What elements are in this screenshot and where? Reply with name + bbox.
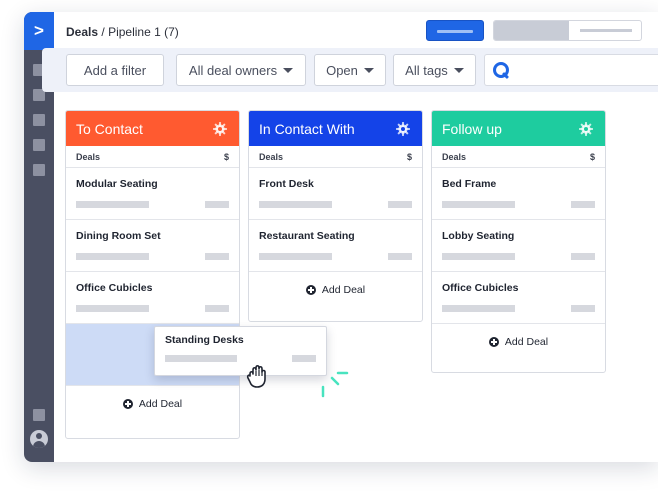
breadcrumb: Deals / Pipeline 1 (7) — [66, 25, 179, 39]
column-subheader: Deals $ — [249, 146, 422, 168]
deal-title: Bed Frame — [442, 178, 497, 190]
deal-value-placeholder — [388, 201, 412, 208]
deal-detail-placeholder — [76, 201, 149, 208]
column-value-label: $ — [223, 151, 229, 162]
gear-icon[interactable] — [579, 122, 593, 136]
chevron-down-icon — [283, 68, 294, 73]
pipeline-column-in-contact-with: In Contact With Deals $ Front Desk Resta… — [248, 110, 423, 322]
deal-card[interactable]: Bed Frame — [432, 168, 605, 220]
column-title: Follow up — [442, 120, 502, 137]
app-logo[interactable]: > — [24, 12, 54, 50]
chevron-down-icon — [453, 68, 464, 73]
deal-value-placeholder — [205, 305, 229, 312]
view-toggle-left[interactable] — [494, 21, 569, 40]
breadcrumb-pipeline: Pipeline 1 (7) — [108, 25, 179, 39]
column-deals-label: Deals — [442, 151, 467, 162]
deal-title: Office Cubicles — [442, 282, 519, 294]
add-deal-button[interactable]: Add Deal — [249, 272, 422, 308]
add-deal-button[interactable]: Add Deal — [66, 386, 239, 422]
search-icon[interactable] — [493, 62, 509, 78]
filter-bar: Add a filter All deal owners Open All ta… — [42, 48, 658, 92]
pipeline-column-follow-up: Follow up Deals $ Bed Frame Lobby Seatin… — [431, 110, 606, 373]
deal-title: Restaurant Seating — [259, 230, 355, 242]
add-deal-button[interactable]: Add Deal — [432, 324, 605, 360]
dragging-deal-card[interactable]: Standing Desks — [154, 326, 327, 376]
deal-card[interactable]: Restaurant Seating — [249, 220, 422, 272]
deal-title: Lobby Seating — [442, 230, 515, 242]
add-filter-button[interactable]: Add a filter — [66, 54, 164, 86]
deal-detail-placeholder — [259, 201, 332, 208]
top-bar: Deals / Pipeline 1 (7) — [54, 12, 658, 50]
tags-dropdown[interactable]: All tags — [393, 54, 476, 86]
breadcrumb-deals[interactable]: Deals — [66, 25, 98, 39]
deal-card[interactable]: Front Desk — [249, 168, 422, 220]
deal-value-placeholder — [205, 253, 229, 260]
deal-card[interactable]: Office Cubicles — [432, 272, 605, 324]
deal-detail-placeholder — [165, 355, 237, 362]
deal-value-placeholder — [571, 201, 595, 208]
deal-title: Office Cubicles — [76, 282, 153, 294]
nav-item-4-icon[interactable] — [33, 139, 45, 151]
column-deals-label: Deals — [259, 151, 284, 162]
plus-circle-icon — [122, 399, 133, 409]
add-filter-label: Add a filter — [83, 62, 147, 78]
plus-circle-icon — [305, 285, 316, 295]
deal-value-placeholder — [205, 201, 229, 208]
column-subheader: Deals $ — [432, 146, 605, 168]
nav-item-bottom-icon[interactable] — [33, 409, 45, 421]
nav-item-5-icon[interactable] — [33, 164, 45, 176]
deal-detail-placeholder — [76, 253, 149, 260]
deal-card[interactable]: Lobby Seating — [432, 220, 605, 272]
deal-title: Standing Desks — [165, 334, 244, 346]
view-toggle-group — [493, 20, 642, 41]
column-deals-label: Deals — [76, 151, 101, 162]
tags-label: All tags — [405, 62, 448, 78]
column-value-label: $ — [589, 151, 595, 162]
breadcrumb-separator: / — [101, 25, 105, 39]
pipeline-column-to-contact: To Contact Deals $ Modular Seating Dinin… — [65, 110, 240, 439]
deal-value-placeholder — [571, 305, 595, 312]
deal-owners-label: All deal owners — [188, 62, 278, 78]
deal-title: Dining Room Set — [76, 230, 161, 242]
add-deal-label: Add Deal — [504, 336, 549, 348]
deal-detail-placeholder — [76, 305, 149, 312]
search-input[interactable] — [484, 54, 658, 86]
column-subheader: Deals $ — [66, 146, 239, 168]
plus-circle-icon — [488, 337, 499, 347]
gear-icon[interactable] — [396, 122, 410, 136]
deal-card[interactable]: Dining Room Set — [66, 220, 239, 272]
grab-hand-icon — [244, 362, 276, 390]
deal-title: Modular Seating — [76, 178, 158, 190]
chevron-down-icon — [363, 68, 374, 73]
chevron-right-icon: > — [34, 21, 44, 40]
column-title: In Contact With — [259, 120, 355, 137]
user-avatar-icon[interactable] — [30, 430, 48, 448]
deal-value-placeholder — [571, 253, 595, 260]
deal-card[interactable]: Office Cubicles — [66, 272, 239, 324]
deal-card[interactable]: Modular Seating — [66, 168, 239, 220]
column-header: To Contact — [66, 111, 239, 146]
primary-action-button[interactable] — [426, 20, 484, 41]
status-label: Open — [326, 62, 358, 78]
column-title: To Contact — [76, 120, 143, 137]
column-header: In Contact With — [249, 111, 422, 146]
deal-detail-placeholder — [259, 253, 332, 260]
sparkle-icon — [318, 370, 352, 402]
nav-item-3-icon[interactable] — [33, 114, 45, 126]
column-header: Follow up — [432, 111, 605, 146]
deal-title: Front Desk — [259, 178, 314, 190]
add-deal-label: Add Deal — [321, 284, 366, 296]
deal-detail-placeholder — [442, 201, 515, 208]
column-value-label: $ — [406, 151, 412, 162]
status-dropdown[interactable]: Open — [314, 54, 386, 86]
deal-owners-dropdown[interactable]: All deal owners — [176, 54, 306, 86]
deal-value-placeholder — [388, 253, 412, 260]
gear-icon[interactable] — [213, 122, 227, 136]
deal-detail-placeholder — [442, 305, 515, 312]
deal-value-placeholder — [292, 355, 316, 362]
deal-detail-placeholder — [442, 253, 515, 260]
add-deal-label: Add Deal — [138, 398, 183, 410]
